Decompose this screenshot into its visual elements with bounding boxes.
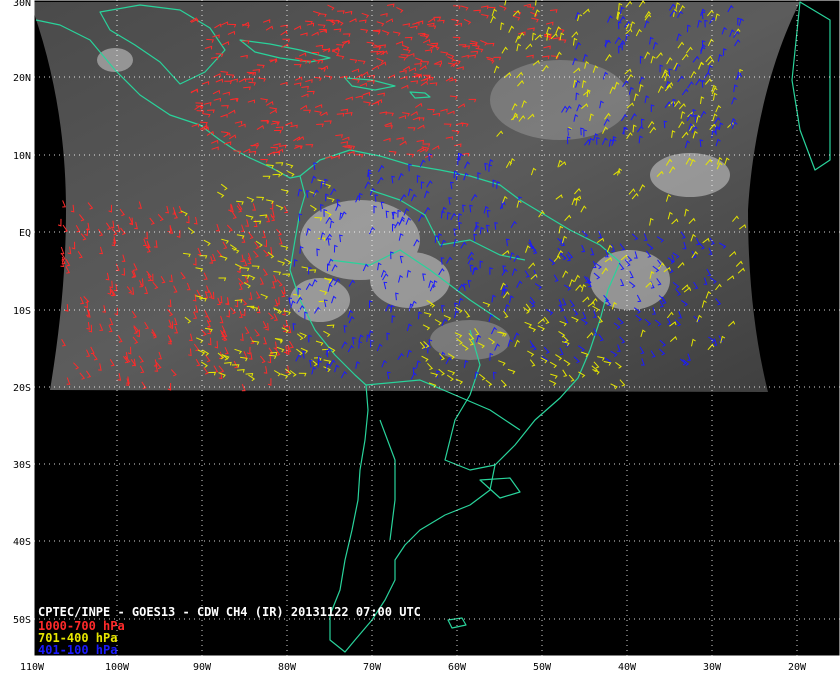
lat-tick-10s: 10S: [13, 306, 31, 317]
legend-high-level: 401-100 hPa: [38, 643, 117, 657]
lon-tick-20w: 20W: [788, 662, 807, 673]
lon-tick-80w: 80W: [278, 662, 297, 673]
lon-tick-110w: 110W: [20, 662, 45, 673]
lat-tick-eq: EQ: [19, 228, 31, 239]
lat-tick-50s: 50S: [13, 615, 31, 626]
lon-tick-30w: 30W: [703, 662, 722, 673]
lat-tick-20n: 20N: [13, 73, 31, 84]
lat-tick-20s: 20S: [13, 383, 31, 394]
satellite-imagery: [34, 2, 800, 392]
lon-tick-70w: 70W: [363, 662, 382, 673]
lon-tick-100w: 100W: [105, 662, 130, 673]
lat-tick-40s: 40S: [13, 537, 31, 548]
satellite-wind-map: 30N 20N 10N EQ 10S 20S 30S 40S 50S 110W …: [0, 0, 840, 680]
lat-tick-30s: 30S: [13, 460, 31, 471]
lat-tick-10n: 10N: [13, 151, 31, 162]
lon-tick-40w: 40W: [618, 662, 637, 673]
map-title: CPTEC/INPE - GOES13 - CDW CH4 (IR) 20131…: [38, 605, 421, 619]
lon-tick-60w: 60W: [448, 662, 467, 673]
lat-tick-30n: 30N: [13, 0, 31, 9]
lon-tick-90w: 90W: [193, 662, 212, 673]
lon-tick-50w: 50W: [533, 662, 552, 673]
